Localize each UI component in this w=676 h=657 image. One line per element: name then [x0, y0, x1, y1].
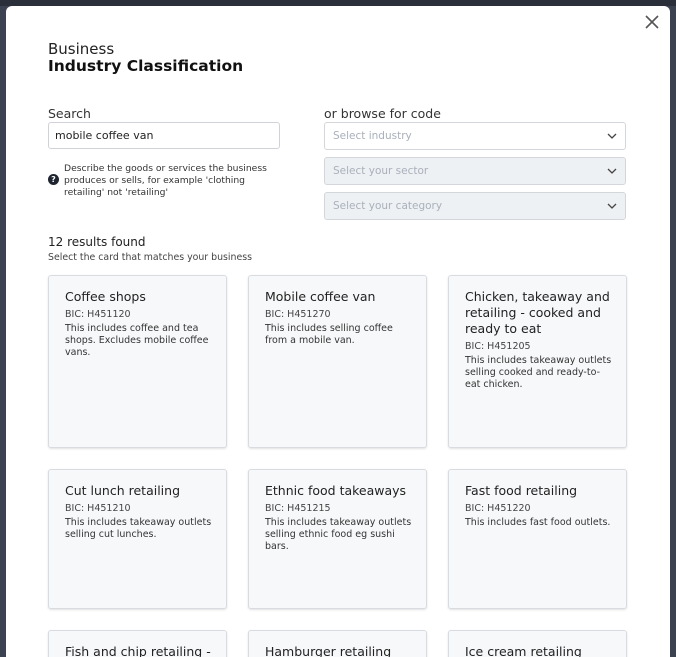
card-description: This includes fast food outlets. [465, 517, 611, 528]
result-card-fish-and-chip[interactable]: Fish and chip retailing - [48, 630, 227, 657]
industry-select-placeholder: Select industry [333, 130, 412, 142]
results-count: 12 results found [48, 235, 146, 249]
modal-title: Industry Classification [48, 57, 244, 75]
card-code: BIC: H451210 [65, 503, 131, 514]
result-card-mobile-coffee-van[interactable]: Mobile coffee van BIC: H451270 This incl… [248, 275, 427, 448]
card-title: Coffee shops [65, 289, 146, 304]
card-title: Chicken, takeaway and retailing - cooked… [465, 289, 610, 336]
card-description: This includes selling coffee from a mobi… [265, 323, 393, 346]
result-card-coffee-shops[interactable]: Coffee shops BIC: H451120 This includes … [48, 275, 227, 448]
category-select-placeholder: Select your category [333, 200, 443, 212]
card-description: This includes takeaway outlets selling c… [65, 517, 212, 540]
card-code: BIC: H451205 [465, 341, 531, 352]
card-code: BIC: H451220 [465, 503, 531, 514]
result-card-ice-cream[interactable]: Ice cream retailing [448, 630, 627, 657]
help-icon: ? [48, 174, 59, 185]
result-card-ethnic-food[interactable]: Ethnic food takeaways BIC: H451215 This … [248, 469, 427, 609]
result-card-fast-food[interactable]: Fast food retailing BIC: H451220 This in… [448, 469, 627, 609]
close-button[interactable] [642, 12, 662, 32]
search-hint: ? Describe the goods or services the bus… [48, 163, 288, 199]
card-description: This includes takeaway outlets selling e… [265, 517, 412, 552]
card-description: This includes takeaway outlets selling c… [465, 355, 612, 390]
results-hint: Select the card that matches your busine… [48, 252, 253, 263]
chevron-down-icon [607, 203, 617, 209]
card-title: Fast food retailing [465, 483, 578, 498]
card-title: Ice cream retailing [465, 644, 582, 657]
close-icon [645, 15, 659, 29]
search-input[interactable] [48, 122, 280, 149]
search-label: Search [48, 106, 91, 121]
result-card-hamburger[interactable]: Hamburger retailing [248, 630, 427, 657]
chevron-down-icon [607, 133, 617, 139]
category-select[interactable]: Select your category [324, 192, 626, 220]
card-code: BIC: H451215 [265, 503, 331, 514]
result-card-cut-lunch[interactable]: Cut lunch retailing BIC: H451210 This in… [48, 469, 227, 609]
card-description: This includes coffee and tea shops. Excl… [65, 323, 209, 358]
sector-select-placeholder: Select your sector [333, 165, 429, 177]
industry-classification-modal: Business Industry Classification Search … [6, 6, 670, 657]
card-title: Ethnic food takeaways [265, 483, 407, 498]
result-card-chicken-takeaway[interactable]: Chicken, takeaway and retailing - cooked… [448, 275, 627, 448]
chevron-down-icon [607, 168, 617, 174]
modal-subtitle: Business [48, 40, 115, 58]
card-code: BIC: H451120 [65, 309, 131, 320]
search-hint-text: Describe the goods or services the busin… [64, 163, 267, 198]
sector-select[interactable]: Select your sector [324, 157, 626, 185]
card-title: Cut lunch retailing [65, 483, 181, 498]
card-title: Fish and chip retailing - [65, 644, 211, 657]
browse-label: or browse for code [324, 106, 441, 121]
card-title: Mobile coffee van [265, 289, 376, 304]
card-code: BIC: H451270 [265, 309, 331, 320]
industry-select[interactable]: Select industry [324, 122, 626, 150]
card-title: Hamburger retailing [265, 644, 392, 657]
